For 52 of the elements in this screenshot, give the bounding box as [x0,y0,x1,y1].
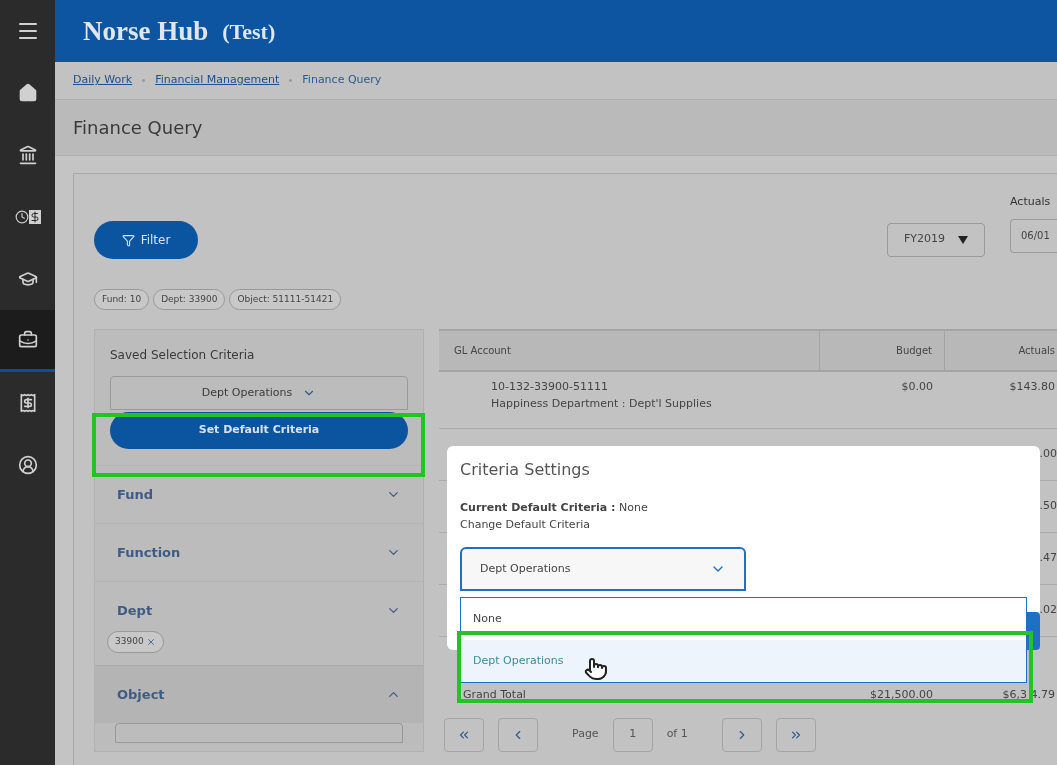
selected-chip: 33900 [107,631,164,653]
bank-icon [17,145,38,165]
triangle-down-icon [958,235,968,244]
actuals-cell: .47 [1039,550,1057,567]
dialog-title: Criteria Settings [460,459,591,481]
current-default-text: Current Default Criteria : None [460,500,649,516]
filter-button[interactable]: Filter [94,221,198,259]
hand-cursor-icon [584,655,608,683]
actuals-cell: .50 [1039,498,1057,515]
actuals-cell-text: $143.80 [1009,379,1055,395]
filter-chip: Object: 51111-51421 [229,289,342,310]
home-icon [17,83,38,103]
fiscal-year-select[interactable]: FY2019 [887,222,985,257]
sidebar-item[interactable] [0,310,55,372]
total-label: Grand Total [462,687,527,703]
saved-criteria-select[interactable]: Dept Operations [110,376,408,410]
panel-title: Saved Selection Criteria [110,347,256,364]
briefcase-icon [17,329,38,350]
account-description: Happiness Department : Dept'l Supplies [491,395,713,412]
total-budget: $21,500.00 [869,687,934,703]
breadcrumb-link[interactable]: Daily Work [73,72,133,89]
default-criteria-select[interactable]: Dept Operations [460,547,746,591]
breadcrumb-link[interactable]: Financial Management [155,72,280,89]
clock-dollar-icon [14,210,41,224]
remove-icon[interactable] [145,637,156,647]
filter-chip: Fund: 10 [94,289,150,310]
breadcrumb-link[interactable]: Finance Query [302,72,382,89]
account-number: 10-132-33900-51111 [491,379,609,395]
column-header: Budget [820,331,945,370]
accordion-header[interactable]: Function [95,524,423,581]
dropdown-option[interactable]: Dept Operations [461,640,1026,682]
app-subtitle: (Test) [222,17,276,46]
column-header: Actuals [1017,344,1056,358]
column-header: GL Account [439,331,820,370]
page-count: of 1 [666,726,688,743]
filter-icon [121,233,135,247]
app-title: Norse Hub [83,14,209,48]
change-default-label: Change Default Criteria [460,516,591,533]
accordion-header[interactable]: Object [95,666,423,723]
user-icon [17,455,38,475]
filter-chip: Dept: 33900 [153,289,226,310]
page-label: Page [572,726,599,743]
actuals-cell: .02 [1039,602,1057,619]
actuals-label: Actuals [1010,194,1052,210]
date-field[interactable]: 06/01 [1010,218,1057,253]
object-input-field[interactable] [115,723,403,743]
page-title: Finance Query [73,116,203,140]
actuals-cell: .00 [1039,446,1057,463]
page-input[interactable]: 1 [612,717,653,752]
accordion-header[interactable]: Fund [95,466,423,523]
graduation-cap-icon [17,269,38,289]
budget-cell-text: $0.00 [901,379,933,395]
